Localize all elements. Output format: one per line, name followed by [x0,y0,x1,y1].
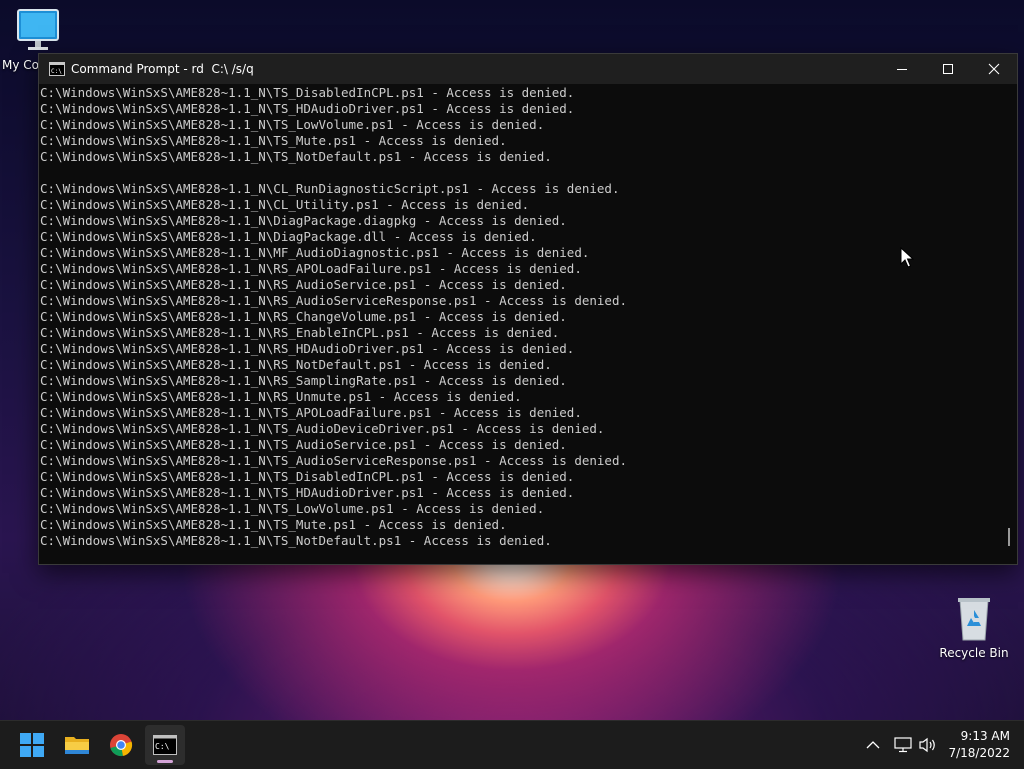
console-line: C:\Windows\WinSxS\AME828~1.1_N\RS_Unmute… [40,389,522,404]
console-line: C:\Windows\WinSxS\AME828~1.1_N\DiagPacka… [40,213,567,228]
monitor-icon [14,8,62,54]
close-button[interactable] [971,54,1017,84]
console-line: C:\Windows\WinSxS\AME828~1.1_N\RS_Change… [40,309,567,324]
clock-time: 9:13 AM [960,729,1010,743]
console-line: C:\Windows\WinSxS\AME828~1.1_N\TS_LowVol… [40,501,545,516]
volume-icon [919,737,935,753]
console-line: C:\Windows\WinSxS\AME828~1.1_N\RS_HDAudi… [40,341,575,356]
console-line: C:\Windows\WinSxS\AME828~1.1_N\RS_NotDef… [40,357,552,372]
system-clock[interactable]: 9:13 AM 7/18/2022 [944,728,1010,762]
show-hidden-icons-button[interactable] [866,721,880,769]
start-icon [20,733,44,757]
maximize-icon [943,64,953,74]
svg-text:C:\: C:\ [51,68,62,75]
console-line: C:\Windows\WinSxS\AME828~1.1_N\TS_HDAudi… [40,485,575,500]
close-icon [988,63,1000,75]
console-line: C:\Windows\WinSxS\AME828~1.1_N\DiagPacka… [40,229,537,244]
volume-button[interactable] [918,721,938,769]
start-button[interactable] [12,725,52,765]
console-line: C:\Windows\WinSxS\AME828~1.1_N\TS_AudioS… [40,453,627,468]
file-explorer-button[interactable] [57,725,97,765]
command-prompt-taskbar-button[interactable]: C:\ [145,725,185,765]
network-icon [894,737,912,753]
console-line: C:\Windows\WinSxS\AME828~1.1_N\RS_AudioS… [40,293,627,308]
console-line: C:\Windows\WinSxS\AME828~1.1_N\TS_Disabl… [40,85,575,100]
console-line: C:\Windows\WinSxS\AME828~1.1_N\TS_HDAudi… [40,101,575,116]
network-button[interactable] [894,721,912,769]
terminal-icon: C:\ [153,735,177,755]
minimize-button[interactable] [879,54,925,84]
chrome-icon [110,734,133,757]
desktop-icon-label: Recycle Bin [939,646,1009,660]
console-line: C:\Windows\WinSxS\AME828~1.1_N\RS_Enable… [40,325,560,340]
svg-text:C:\: C:\ [155,742,170,751]
taskbar: C:\ 9:13 AM 7/18/2022 [0,720,1024,769]
console-line: C:\Windows\WinSxS\AME828~1.1_N\TS_APOLoa… [40,405,582,420]
active-indicator [157,760,173,763]
console-line: C:\Windows\WinSxS\AME828~1.1_N\RS_Sampli… [40,373,567,388]
console-output[interactable]: C:\Windows\WinSxS\AME828~1.1_N\TS_Disabl… [39,84,1002,563]
chrome-button[interactable] [101,725,141,765]
console-line: C:\Windows\WinSxS\AME828~1.1_N\CL_Utilit… [40,197,530,212]
console-line: C:\Windows\WinSxS\AME828~1.1_N\TS_Mute.p… [40,133,507,148]
clock-date: 7/18/2022 [948,746,1010,760]
maximize-button[interactable] [925,54,971,84]
command-prompt-window[interactable]: C:\ Command Prompt - rd C:\ /s/q C:\Wind… [38,53,1018,565]
console-line: C:\Windows\WinSxS\AME828~1.1_N\TS_Disabl… [40,469,575,484]
window-titlebar[interactable]: C:\ Command Prompt - rd C:\ /s/q [39,54,1017,84]
chevron-up-icon [866,741,880,749]
file-explorer-icon [65,737,89,754]
console-line: C:\Windows\WinSxS\AME828~1.1_N\CL_RunDia… [40,181,620,196]
console-line: C:\Windows\WinSxS\AME828~1.1_N\TS_NotDef… [40,149,552,164]
console-line: C:\Windows\WinSxS\AME828~1.1_N\TS_AudioD… [40,421,605,436]
console-line: C:\Windows\WinSxS\AME828~1.1_N\TS_AudioS… [40,437,567,452]
console-line: C:\Windows\WinSxS\AME828~1.1_N\TS_LowVol… [40,117,545,132]
console-line: C:\Windows\WinSxS\AME828~1.1_N\MF_AudioD… [40,245,590,260]
console-line: C:\Windows\WinSxS\AME828~1.1_N\RS_AudioS… [40,277,567,292]
recycle-bin-icon [950,596,998,642]
desktop-icon-recycle-bin[interactable]: Recycle Bin [938,596,1010,660]
console-line: C:\Windows\WinSxS\AME828~1.1_N\TS_NotDef… [40,533,552,548]
scrollbar-thumb[interactable] [1008,528,1010,546]
vertical-scrollbar[interactable] [1001,84,1017,562]
mouse-cursor-icon [900,247,914,268]
window-title: Command Prompt - rd C:\ /s/q [71,62,254,76]
console-line: C:\Windows\WinSxS\AME828~1.1_N\RS_APOLoa… [40,261,582,276]
cmd-app-icon: C:\ [49,62,65,76]
minimize-icon [897,69,907,70]
console-line: C:\Windows\WinSxS\AME828~1.1_N\TS_Mute.p… [40,517,507,532]
